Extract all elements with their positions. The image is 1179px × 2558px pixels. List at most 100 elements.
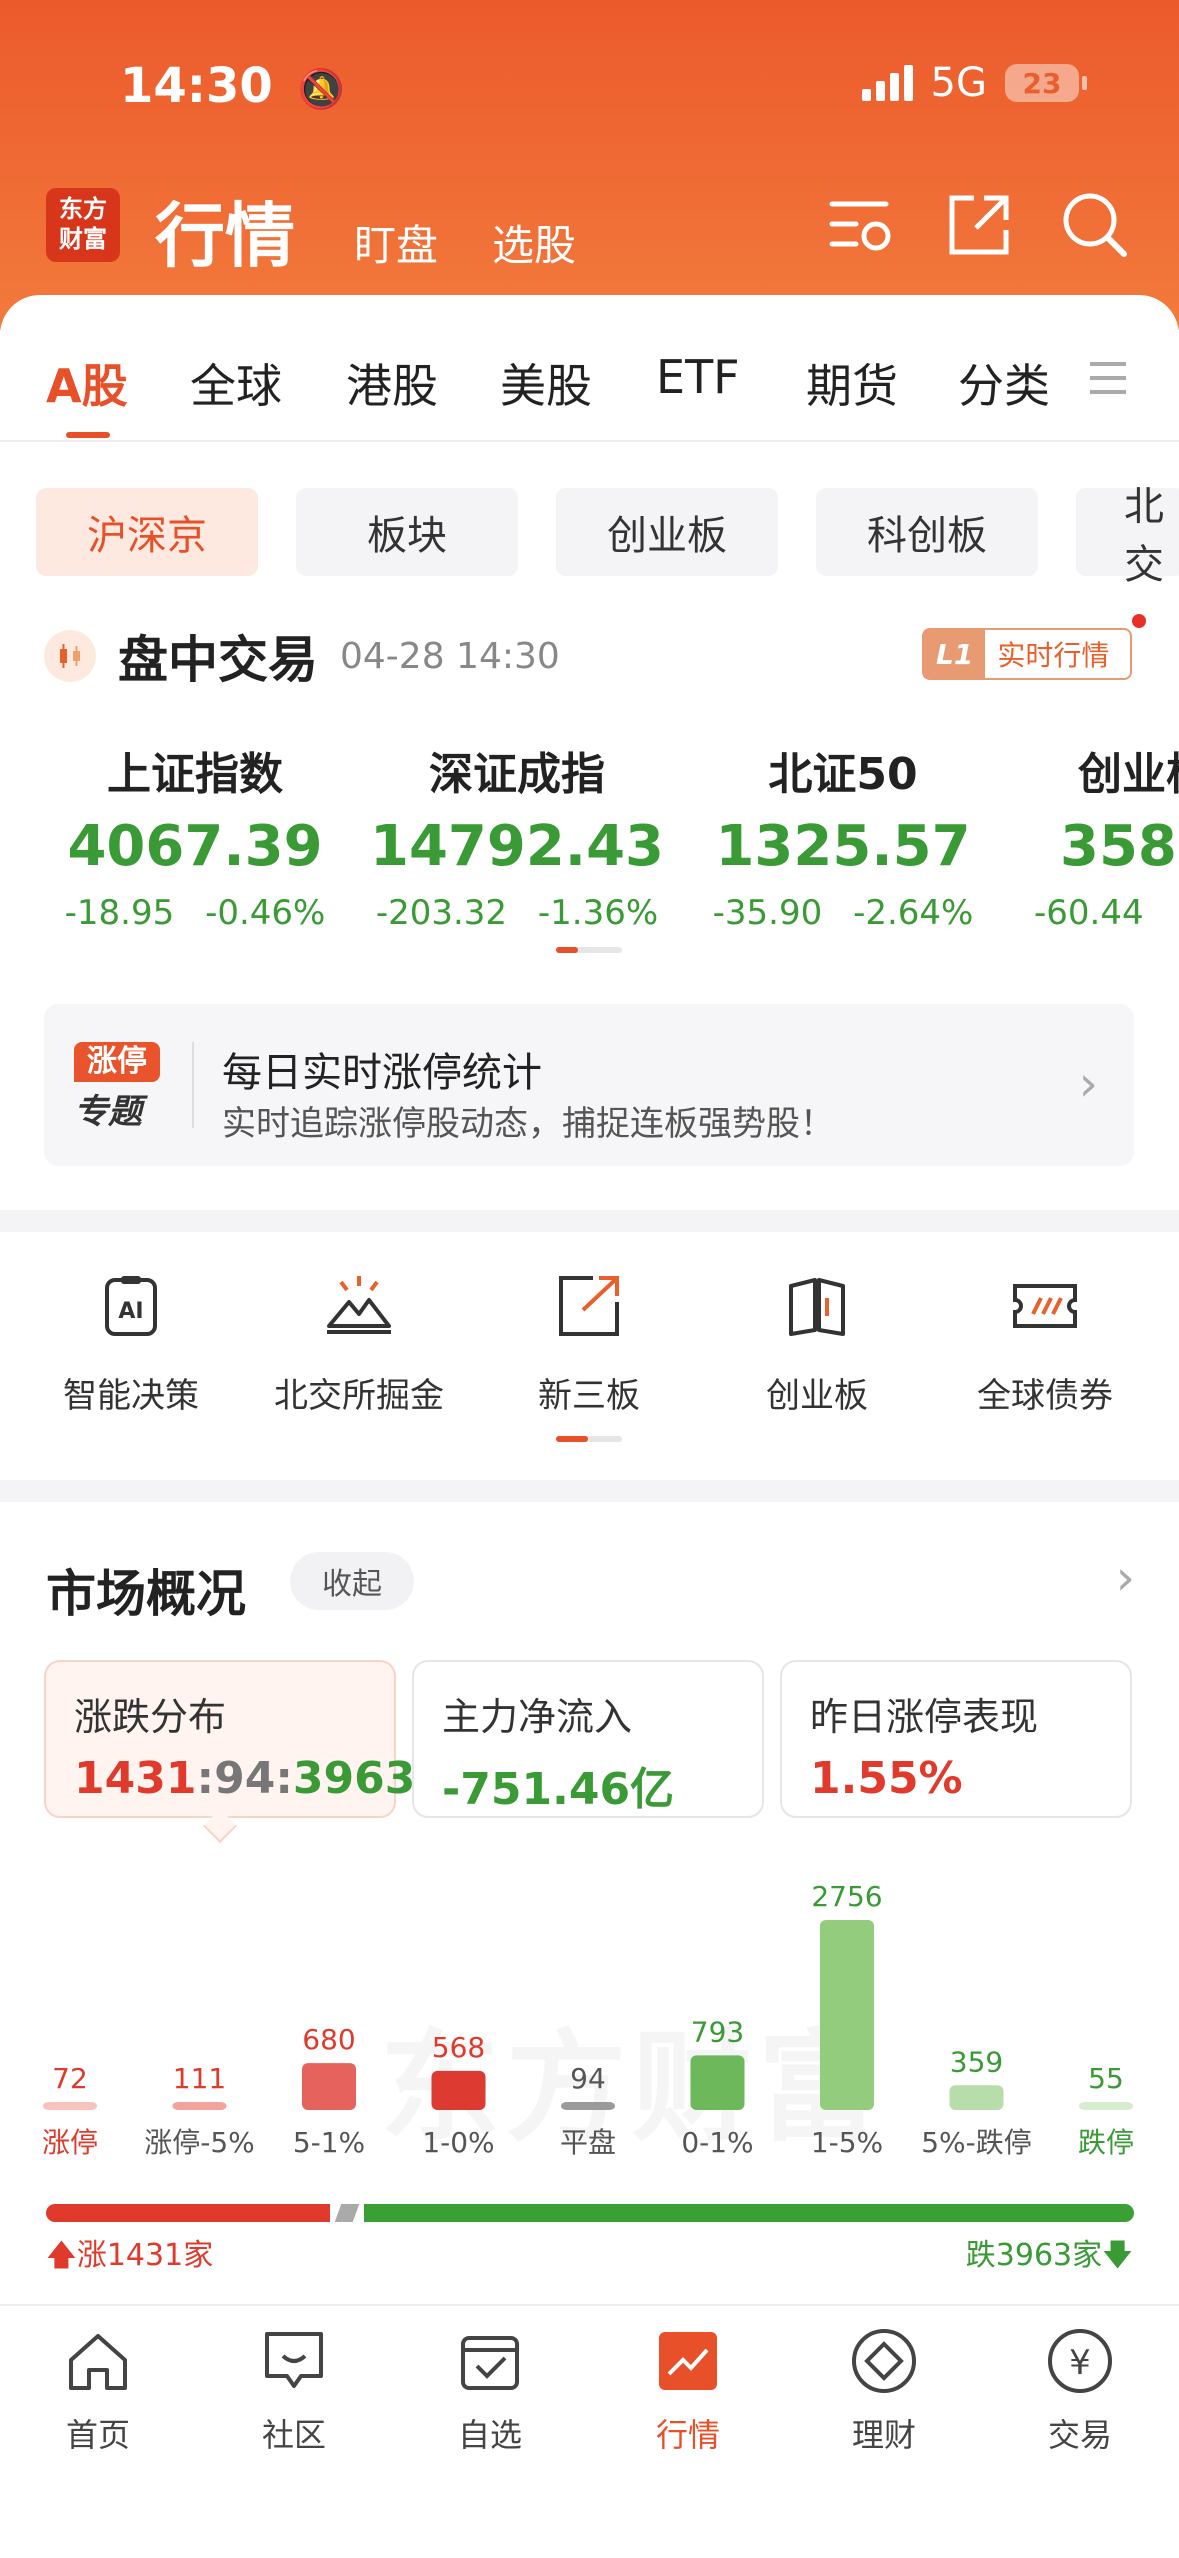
chevron-right-icon[interactable]: › [1116,1550,1135,1606]
chip-shenzhen-shanghai[interactable]: 沪深京 [36,488,258,576]
index-card-sz[interactable]: 深证成指 14792.43 -203.32 -1.36% [352,738,682,933]
chip-chinext[interactable]: 创业板 [556,488,778,576]
value-label-7: 359 [950,2045,1003,2078]
tab-etf[interactable]: ETF [656,350,740,404]
tool-global-bonds[interactable]: 全球债券 [930,1270,1160,1417]
card-yesterday-limit-up[interactable]: 昨日涨停表现 1.55% [780,1660,1132,1818]
chip-bse[interactable]: 北交 [1076,484,1179,588]
change-pct: -2.64% [853,893,974,933]
nav-label: 首页 [65,2416,130,2454]
index-change: -18.95 -0.46% [30,893,360,933]
bar-6 [820,1920,874,2110]
divider [192,1042,194,1128]
bar-7 [949,2085,1004,2110]
sep: : [275,1753,293,1804]
nav-label: 自选 [457,2416,522,2454]
flat-count: 94 [214,1753,276,1804]
index-value: 14792.43 [369,814,665,879]
notification-dot [1132,614,1146,628]
realtime-badge[interactable]: L1 实时行情 [922,628,1132,680]
bar-8 [1079,2102,1133,2110]
logo-text-1: 东方 [59,195,107,223]
value-label-8: 55 [1088,2062,1124,2095]
index-name: 上证指数 [107,749,283,800]
nav-label: 社区 [261,2416,326,2454]
app-header: 14:30 🔕 5G 23 东方 财富 行情 盯盘 选股 [0,0,1179,330]
tool-label: 北交所掘金 [274,1376,444,1416]
index-change: -60.44 [1000,893,1179,933]
tab-category[interactable]: 分类 [958,350,1050,416]
trading-time: 04-28 14:30 [340,635,560,677]
clock: 14:30 [120,58,273,114]
tool-chinext[interactable]: 创业板 [702,1270,932,1417]
tool-neeq[interactable]: 新三板 [474,1270,704,1417]
chip-star[interactable]: 科创板 [816,488,1038,576]
tab-hk[interactable]: 港股 [346,350,438,416]
menu-icon[interactable] [1088,360,1128,396]
share-icon[interactable] [944,190,1014,260]
nav-home[interactable]: 首页 [18,2326,178,2456]
tab-us[interactable]: 美股 [500,350,592,416]
edit-board-icon [559,1276,619,1336]
tab-a-share[interactable]: A股 [46,350,128,416]
change-abs: -203.32 [375,893,508,933]
page-title: 行情 [155,195,295,277]
category-label-7: 5%-跌停 [921,2126,1032,2159]
value-label-2: 680 [302,2023,355,2056]
bar-2 [302,2063,356,2110]
index-card-bse50[interactable]: 北证50 1325.57 -35.90 -2.64% [678,738,1008,933]
svg-text:¥: ¥ [1069,2343,1091,2383]
trading-header: 盘中交易 04-28 14:30 [44,620,560,692]
book-icon [789,1278,845,1336]
value-label-6: 2756 [811,1880,882,1913]
collapse-button[interactable]: 收起 [290,1552,414,1610]
icon-top-text: 涨停 [74,1042,160,1082]
card-net-inflow[interactable]: 主力净流入 -751.46亿 [412,1660,764,1818]
realtime-label: 实时行情 [997,639,1110,672]
change-abs: -18.95 [64,893,175,933]
bar-4 [561,2102,615,2110]
search-icon[interactable] [1060,190,1130,260]
active-tab-indicator [66,432,110,438]
change-abs: -35.90 [712,893,823,933]
arrow-up-icon: 🡅 [46,2238,77,2273]
sep: : [196,1753,215,1804]
index-value: 4067.39 [67,814,323,879]
up-label-text: 涨1431家 [76,2238,214,2273]
nav-stock-picker[interactable]: 选股 [492,212,576,273]
chip-sector[interactable]: 板块 [296,488,518,576]
app-logo: 东方 财富 [46,188,120,262]
banner-subtitle: 实时追踪涨停股动态，捕捉连板强势股！ [222,1104,834,1144]
change-pct: -1.36% [537,893,659,933]
nav-watch[interactable]: 盯盘 [354,212,438,273]
settings-list-icon[interactable] [826,190,896,260]
tab-futures[interactable]: 期货 [806,350,898,416]
chevron-right-icon: › [1078,1056,1098,1112]
nav-community[interactable]: 社区 [214,2326,374,2456]
nav-wealth[interactable]: 理财 [804,2326,964,2456]
tab-global[interactable]: 全球 [190,350,282,416]
arrow-down-icon: 🡇 [1102,2238,1133,2273]
index-change: -35.90 -2.64% [678,893,1008,933]
bar-3 [431,2070,486,2110]
value-label-1: 111 [173,2062,226,2095]
index-value: 1325.57 [715,814,971,879]
icon-bottom-text: 专题 [74,1092,142,1132]
index-card-sh[interactable]: 上证指数 4067.39 -18.95 -0.46% [30,738,360,933]
card-value: 1.55% [810,1753,963,1804]
tool-bse-gold[interactable]: 北交所掘金 [244,1270,474,1417]
nav-market[interactable]: 行情 [608,2326,768,2456]
index-card-chinext[interactable]: 创业板 3588 -60.44 [1000,738,1179,933]
tool-ai-decision[interactable]: AI 智能决策 [16,1270,246,1417]
market-icon [659,2332,717,2390]
l1-label: L1 [924,630,986,678]
card-value: -751.46亿 [442,1764,675,1815]
distribution-chart: 72 涨停 111 涨停-5% 680 5-1% 568 1-0% 94 平盘 793 0-1% 275… [42,1880,1134,2159]
nav-trade[interactable]: ¥ 交易 [1000,2326,1160,2456]
card-up-down-distribution[interactable]: 涨跌分布 1431:94:3963 [44,1660,415,1818]
limit-up-banner[interactable]: 涨停 专题 每日实时涨停统计 实时追踪涨停股动态，捕捉连板强势股！ › [44,1004,1134,1166]
category-label-2: 5-1% [293,2126,365,2159]
down-count: 3963 [292,1753,416,1804]
value-label-4: 94 [570,2062,606,2095]
nav-watchlist[interactable]: 自选 [410,2326,570,2456]
